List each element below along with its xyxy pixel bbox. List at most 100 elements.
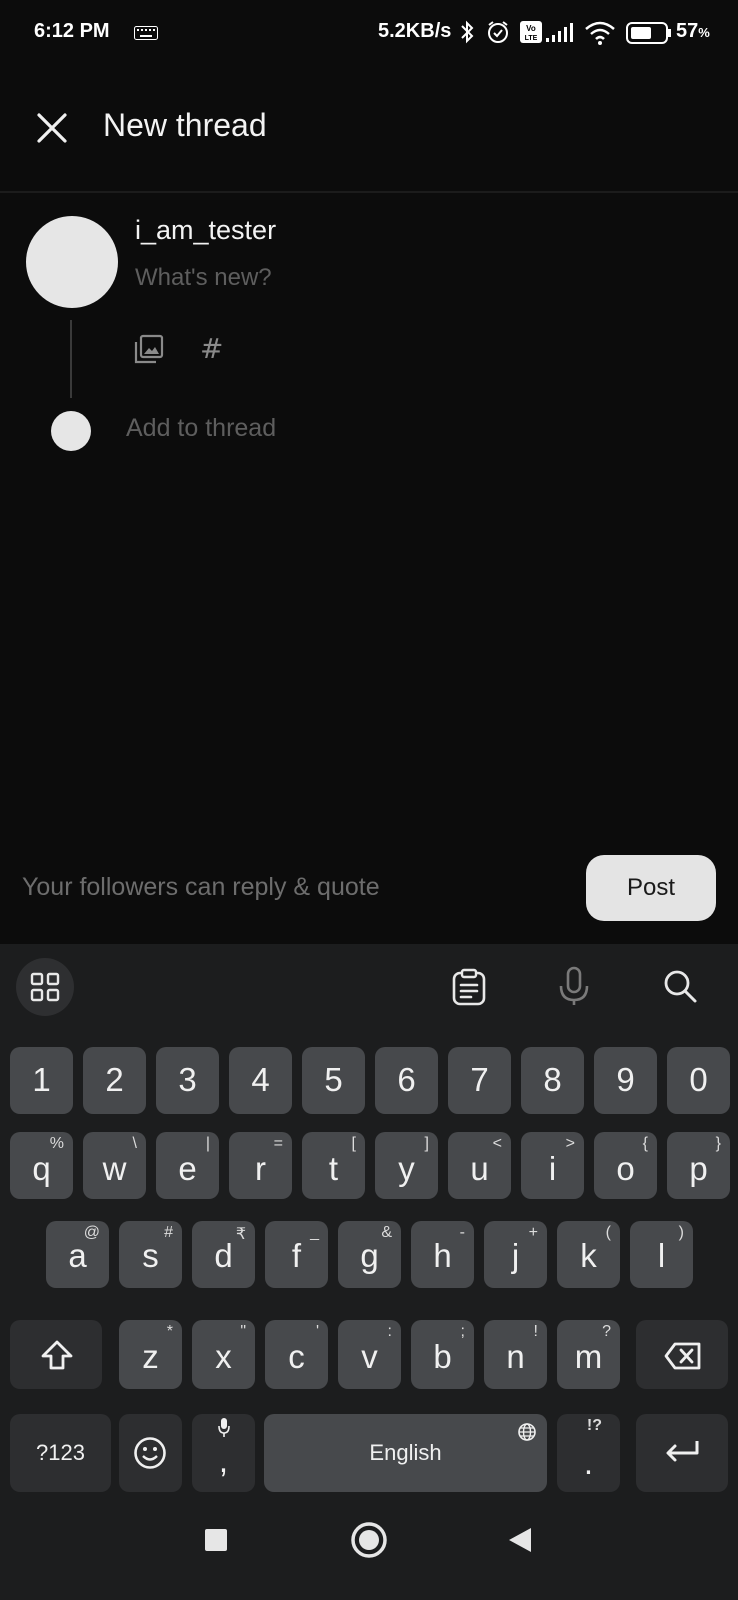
image-gallery-icon[interactable] bbox=[134, 334, 164, 364]
key-q-label: q bbox=[32, 1150, 51, 1187]
key-e[interactable]: e | bbox=[156, 1132, 219, 1199]
key-f-hint: _ bbox=[310, 1224, 319, 1241]
key-v-hint: : bbox=[387, 1323, 392, 1340]
key-a[interactable]: a @ bbox=[46, 1221, 109, 1288]
key-h-label: h bbox=[433, 1237, 452, 1274]
key-s[interactable]: s # bbox=[119, 1221, 182, 1288]
comma-key-label: , bbox=[218, 1442, 229, 1479]
key-b-label: b bbox=[433, 1338, 452, 1375]
key-a-hint: @ bbox=[83, 1224, 100, 1241]
hashtag-icon[interactable]: # bbox=[200, 332, 223, 365]
period-key-hint: !? bbox=[586, 1417, 602, 1434]
backspace-key[interactable] bbox=[636, 1320, 728, 1389]
comma-key[interactable]: , bbox=[192, 1414, 255, 1492]
key-y[interactable]: y] bbox=[375, 1132, 438, 1199]
key-i-label: i bbox=[548, 1150, 557, 1187]
svg-text:Vo: Vo bbox=[526, 24, 536, 33]
key-f[interactable]: f _ bbox=[265, 1221, 328, 1288]
key-l-hint: ) bbox=[678, 1224, 684, 1241]
key-x-hint: " bbox=[240, 1323, 246, 1340]
key-i[interactable]: i > bbox=[521, 1132, 584, 1199]
key-k[interactable]: k( bbox=[557, 1221, 620, 1288]
key-0-label: 0 bbox=[689, 1061, 708, 1098]
space-key[interactable]: English bbox=[264, 1414, 547, 1492]
key-b-hint: ; bbox=[460, 1323, 465, 1340]
symbols-key-label: ?123 bbox=[36, 1440, 85, 1465]
backspace-icon bbox=[664, 1342, 701, 1370]
reply-permission-setting[interactable]: Your followers can reply & quote bbox=[22, 873, 380, 902]
key-n-hint: ! bbox=[533, 1323, 538, 1340]
add-to-thread[interactable]: Add to thread bbox=[126, 414, 276, 443]
key-z[interactable]: z * bbox=[119, 1320, 182, 1389]
key-c-label: c bbox=[288, 1338, 305, 1375]
key-j[interactable]: j + bbox=[484, 1221, 547, 1288]
bluetooth-icon bbox=[461, 20, 474, 44]
key-d[interactable]: d ₹ bbox=[192, 1221, 255, 1288]
key-n-label: n bbox=[506, 1338, 525, 1375]
clipboard-icon[interactable] bbox=[451, 968, 487, 1006]
key-6[interactable]: 6 bbox=[375, 1047, 438, 1114]
key-g[interactable]: g & bbox=[338, 1221, 401, 1288]
key-h[interactable]: h- bbox=[411, 1221, 474, 1288]
key-0[interactable]: 0 bbox=[667, 1047, 730, 1114]
key-z-hint: * bbox=[166, 1323, 173, 1340]
home-circle-icon[interactable] bbox=[350, 1521, 388, 1559]
key-q[interactable]: q% bbox=[10, 1132, 73, 1199]
key-p[interactable]: p} bbox=[667, 1132, 730, 1199]
key-v[interactable]: v: bbox=[338, 1320, 401, 1389]
key-3[interactable]: 3 bbox=[156, 1047, 219, 1114]
close-icon[interactable] bbox=[34, 110, 70, 146]
key-f-label: f bbox=[291, 1237, 302, 1274]
key-2[interactable]: 2 bbox=[83, 1047, 146, 1114]
thread-text-input[interactable]: What's new? bbox=[135, 264, 272, 292]
key-t[interactable]: t[ bbox=[302, 1132, 365, 1199]
keyboard-icon bbox=[134, 26, 158, 40]
enter-key[interactable] bbox=[636, 1414, 728, 1492]
key-p-hint: } bbox=[715, 1135, 721, 1152]
key-a-label: a bbox=[68, 1237, 87, 1274]
emoji-key[interactable] bbox=[119, 1414, 182, 1492]
symbols-key[interactable]: ?123 bbox=[10, 1414, 111, 1492]
key-4-label: 4 bbox=[251, 1061, 270, 1098]
key-t-hint: [ bbox=[351, 1135, 356, 1152]
key-s-label: s bbox=[142, 1237, 159, 1274]
key-x[interactable]: x " bbox=[192, 1320, 255, 1389]
period-key-label: . bbox=[583, 1444, 594, 1481]
key-n[interactable]: n! bbox=[484, 1320, 547, 1389]
status-bar: 6:12 PM 5.2KB/s Vo LTE 57% bbox=[0, 0, 738, 66]
key-u-hint: < bbox=[492, 1135, 502, 1152]
key-w[interactable]: w \ bbox=[83, 1132, 146, 1199]
period-key[interactable]: .!? bbox=[557, 1414, 620, 1492]
thread-connector-line bbox=[70, 320, 72, 398]
key-5[interactable]: 5 bbox=[302, 1047, 365, 1114]
microphone-icon[interactable] bbox=[557, 966, 591, 1006]
key-8[interactable]: 8 bbox=[521, 1047, 584, 1114]
key-i-hint: > bbox=[565, 1135, 575, 1152]
key-c[interactable]: c ' bbox=[265, 1320, 328, 1389]
key-1[interactable]: 1 bbox=[10, 1047, 73, 1114]
key-d-hint: ₹ bbox=[235, 1226, 246, 1243]
key-l[interactable]: l) bbox=[630, 1221, 693, 1288]
key-u[interactable]: u < bbox=[448, 1132, 511, 1199]
add-thread-avatar bbox=[51, 411, 91, 451]
shift-key[interactable] bbox=[10, 1320, 102, 1389]
back-triangle-icon[interactable] bbox=[507, 1526, 533, 1554]
key-o[interactable]: o{ bbox=[594, 1132, 657, 1199]
key-7[interactable]: 7 bbox=[448, 1047, 511, 1114]
language-globe-icon bbox=[518, 1423, 536, 1441]
post-button[interactable]: Post bbox=[586, 855, 716, 921]
avatar bbox=[26, 216, 118, 308]
key-b[interactable]: b; bbox=[411, 1320, 474, 1389]
recents-square-icon[interactable] bbox=[205, 1529, 227, 1551]
key-4[interactable]: 4 bbox=[229, 1047, 292, 1114]
key-w-hint: \ bbox=[132, 1135, 137, 1152]
key-v-label: v bbox=[361, 1338, 378, 1375]
apps-grid-icon[interactable] bbox=[16, 958, 74, 1016]
key-c-hint: ' bbox=[315, 1323, 319, 1340]
key-9[interactable]: 9 bbox=[594, 1047, 657, 1114]
key-r[interactable]: r = bbox=[229, 1132, 292, 1199]
volte-icon: Vo LTE bbox=[520, 21, 542, 43]
search-icon[interactable] bbox=[662, 968, 698, 1004]
keyboard: 1 2 3 4 5 6 7 8 9 0 q% w \ e | r = t[y] u < i > o{p} a @ s # d ₹ f _ g &… bbox=[0, 944, 738, 1600]
key-m[interactable]: m? bbox=[557, 1320, 620, 1389]
